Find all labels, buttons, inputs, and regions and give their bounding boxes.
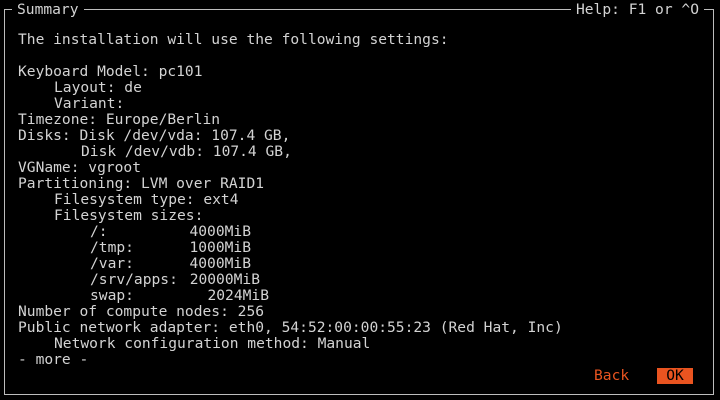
vgname: VGName: vgroot (18, 159, 142, 176)
compute-nodes: Number of compute nodes: 256 (18, 303, 265, 320)
filesystem-size-row: /tmp: 1000MiB (18, 240, 563, 256)
back-button[interactable]: Back (594, 368, 629, 384)
keyboard-layout: Layout: de (54, 79, 142, 96)
fs-path: /srv/apps: (90, 271, 178, 288)
network-adapter: Public network adapter: eth0, 54:52:00:0… (18, 319, 563, 336)
dialog-title: Summary (12, 1, 84, 19)
ok-button[interactable]: OK (657, 368, 693, 384)
fs-size: 20000MiB (189, 271, 260, 288)
fs-path: swap: (90, 287, 134, 304)
filesystem-size-row: /: 4000MiB (18, 224, 563, 240)
filesystem-sizes-label: Filesystem sizes: (54, 207, 204, 224)
more-indicator[interactable]: - more - (18, 352, 563, 368)
filesystem-size-row: swap: 2024MiB (18, 288, 563, 304)
summary-content: The installation will use the following … (18, 32, 563, 368)
fs-size: 1000MiB (189, 239, 251, 256)
fs-path: /: (90, 223, 108, 240)
fs-path: /tmp: (90, 239, 134, 256)
filesystem-size-row: /srv/apps: 20000MiB (18, 272, 563, 288)
disks-line-1: Disks: Disk /dev/vda: 107.4 GB, (18, 127, 291, 144)
timezone: Timezone: Europe/Berlin (18, 111, 221, 128)
filesystem-size-row: /var: 4000MiB (18, 256, 563, 272)
partitioning: Partitioning: LVM over RAID1 (18, 175, 265, 192)
keyboard-variant: Variant: (54, 95, 125, 112)
intro-text: The installation will use the following … (18, 31, 449, 48)
fs-size: 4000MiB (189, 223, 251, 240)
fs-size: 2024MiB (207, 287, 269, 304)
disks-line-2: Disk /dev/vdb: 107.4 GB, (81, 143, 292, 160)
help-hint: Help: F1 or ^O (570, 1, 704, 19)
fs-path: /var: (90, 255, 134, 272)
keyboard-model: Keyboard Model: pc101 (18, 63, 203, 80)
network-method: Network configuration method: Manual (54, 335, 371, 352)
filesystem-type: Filesystem type: ext4 (54, 191, 239, 208)
fs-size: 4000MiB (189, 255, 251, 272)
